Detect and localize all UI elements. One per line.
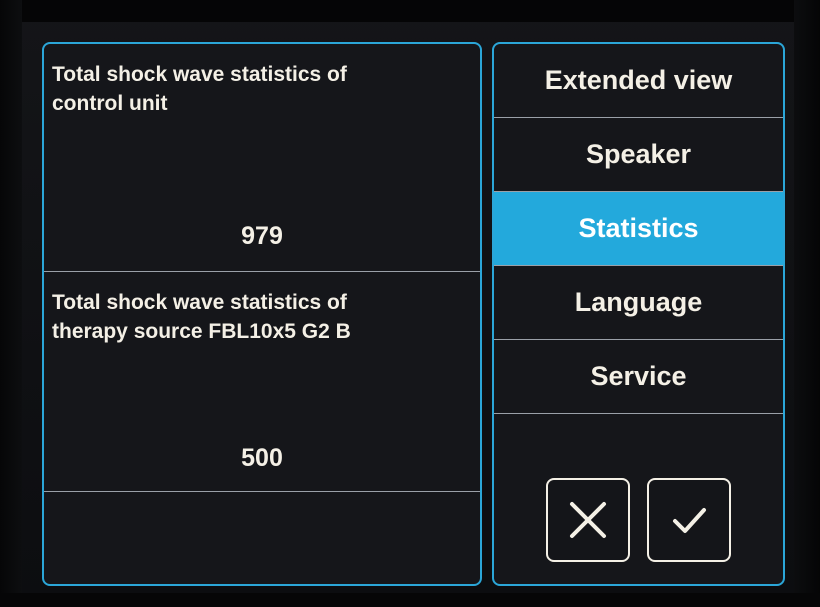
confirm-button[interactable]	[647, 478, 731, 562]
control-unit-statistics-title: Total shock wave statistics of control u…	[52, 63, 347, 115]
cancel-button[interactable]	[546, 478, 630, 562]
bezel-left	[0, 0, 22, 607]
statistics-panel: Total shock wave statistics of control u…	[42, 42, 482, 586]
therapy-source-statistics: Total shock wave statistics of therapy s…	[44, 272, 480, 492]
close-icon	[570, 502, 606, 538]
menu-item-language[interactable]: Language	[494, 266, 783, 340]
empty-statistics-row	[44, 492, 480, 584]
therapy-source-statistics-title: Total shock wave statistics of therapy s…	[52, 291, 351, 343]
bezel-bottom	[0, 593, 820, 607]
check-icon	[673, 508, 706, 533]
menu-item-extended-view[interactable]: Extended view	[494, 44, 783, 118]
settings-menu: Extended view Speaker Statistics Languag…	[492, 42, 785, 586]
menu-item-statistics[interactable]: Statistics	[494, 192, 783, 266]
therapy-source-statistics-value: 500	[241, 444, 283, 472]
control-unit-statistics-value: 979	[241, 222, 283, 250]
bezel-top	[0, 0, 820, 22]
menu-item-speaker[interactable]: Speaker	[494, 118, 783, 192]
device-screen: Total shock wave statistics of control u…	[0, 0, 820, 607]
menu-item-service[interactable]: Service	[494, 340, 783, 414]
bezel-right	[794, 0, 820, 607]
control-unit-statistics: Total shock wave statistics of control u…	[44, 44, 480, 272]
